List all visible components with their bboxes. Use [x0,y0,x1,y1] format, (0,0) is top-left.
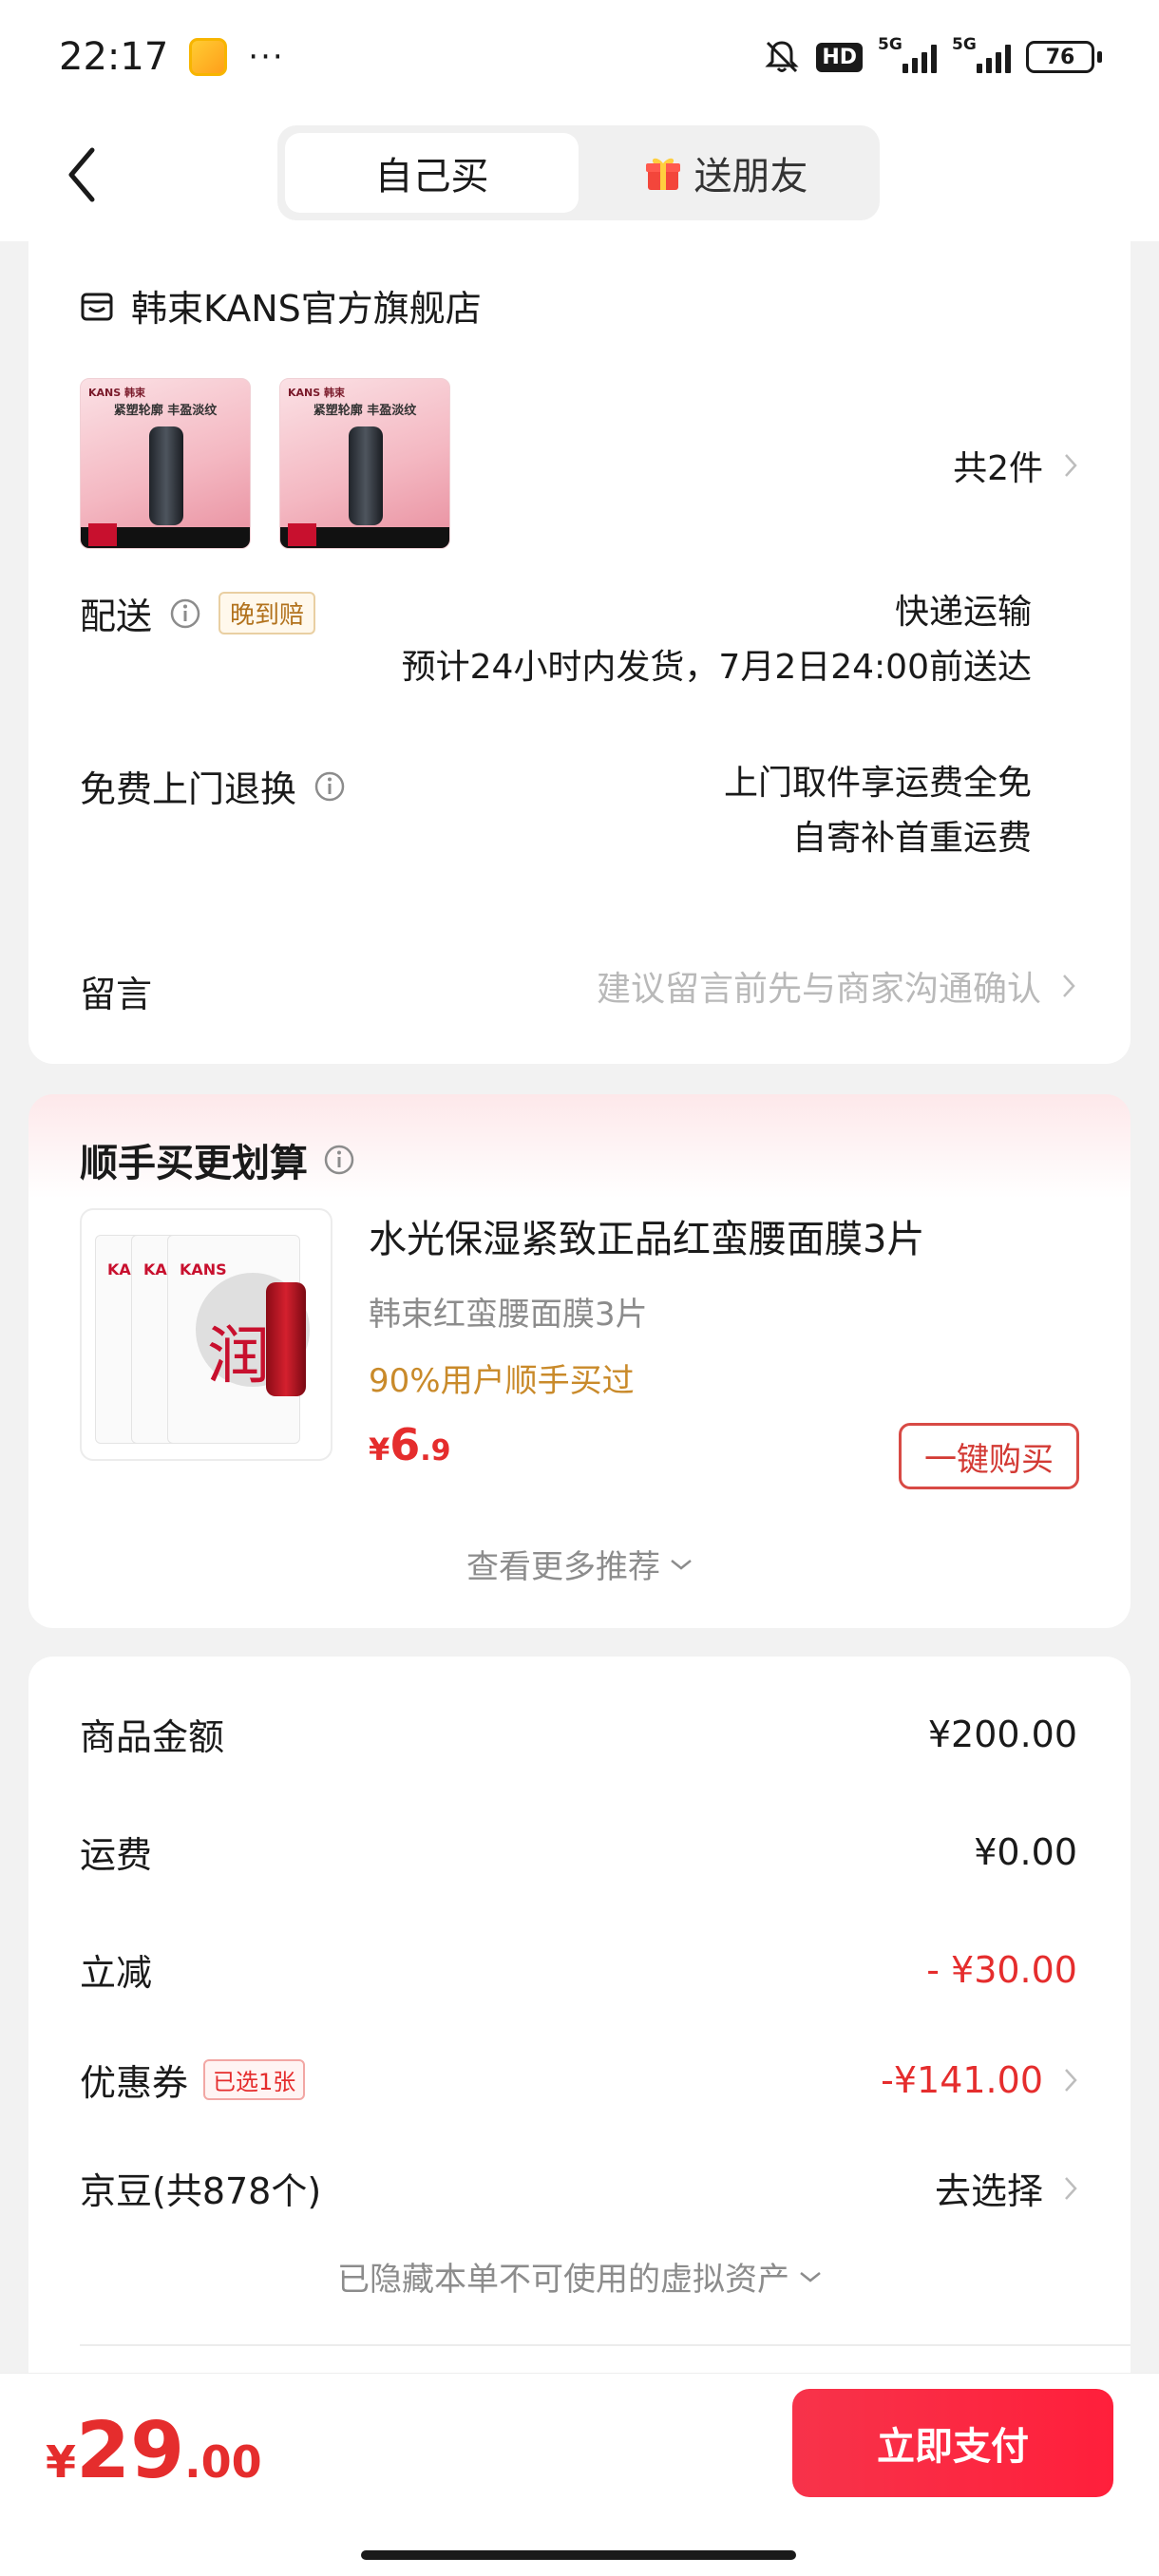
recommend-social-proof: 90%用户顺手买过 [369,1362,635,1400]
price-summary-card: 商品金额 ¥200.00 运费 ¥0.00 立减 - ¥30.00 优惠券 已选… [28,1657,1130,2378]
pay-now-button[interactable]: 立即支付 [792,2389,1113,2497]
info-icon[interactable] [323,1144,355,1176]
tab-label: 自己买 [374,155,489,199]
late-compensation-badge: 晚到赔 [218,592,316,635]
signal-5g-1-icon: 5G [878,35,937,73]
purchase-mode-toggle: 自己买 送朋友 [277,125,880,220]
tab-buy-for-self[interactable]: 自己买 [285,133,579,213]
status-left: 22:17 ··· [59,35,285,79]
coupon-value: -¥141.00 [881,2058,1043,2101]
delivery-info: 快递运输 预计24小时内发货，7月2日24:00前送达 [402,585,1032,695]
store-icon [81,293,113,320]
chevron-right-icon [1065,454,1077,477]
hd-voice-icon: HD [816,42,863,72]
delivery-label-row: 配送 晚到赔 [80,587,316,639]
product-thumbnail[interactable]: KANS 韩束 紧塑轮廓 丰盈淡纹 [80,378,251,549]
back-arrow-icon [68,147,95,202]
total-price: ¥29.00 [46,2406,262,2496]
recommend-price: ¥6.9 [369,1419,451,1470]
summary-row-discount: 立减 - ¥30.00 [80,1948,1077,1995]
recommend-title: 顺手买更划算 [80,1142,308,1185]
chevron-right-icon [1065,2068,1077,2092]
summary-row-coupon[interactable]: 优惠券 已选1张 -¥141.00 [80,2054,1077,2106]
gift-icon [645,158,680,190]
return-line-1: 上门取件享运费全免 [723,764,1032,803]
chevron-right-icon [1065,2176,1077,2200]
coupon-selected-badge: 已选1张 [203,2059,306,2100]
tab-gift-friend[interactable]: 送朋友 [579,133,872,213]
order-card: 韩束KANS官方旗舰店 KANS 韩束 紧塑轮廓 丰盈淡纹 KANS 韩束 紧塑… [28,241,1130,1064]
recommend-title-row: 顺手买更划算 [80,1132,355,1187]
back-button[interactable] [53,137,110,213]
product-thumbnail[interactable]: KANS 韩束 紧塑轮廓 丰盈淡纹 [279,378,450,549]
status-right: HD 5G 5G 76 [763,35,1102,76]
summary-row-goods: 商品金额 ¥200.00 [80,1713,1077,1759]
more-notifications-icon: ··· [248,38,285,76]
return-line-2: 自寄补首重运费 [791,819,1032,858]
info-icon[interactable] [169,597,201,630]
note-input[interactable]: 建议留言前先与商家沟通确认 [597,961,1075,1011]
item-count: 共2件 [953,449,1043,488]
info-icon[interactable] [314,770,346,803]
item-count-link[interactable]: 共2件 [953,441,1077,490]
note-placeholder: 建议留言前先与商家沟通确认 [596,970,1041,1009]
return-label-row: 免费上门退换 [80,760,346,812]
tab-label: 送朋友 [694,155,808,199]
notification-app-icon [189,38,228,76]
divider [80,2344,1130,2346]
delivery-eta: 预计24小时内发货，7月2日24:00前送达 [401,648,1032,687]
header: 自己买 送朋友 [0,114,1159,241]
battery-level: 76 [1026,41,1094,73]
shop-row[interactable]: 韩束KANS官方旗舰店 [80,279,482,331]
mute-bell-icon [765,41,799,73]
shop-name: 韩束KANS官方旗舰店 [131,288,482,330]
one-click-buy-button[interactable]: 一键购买 [899,1423,1079,1489]
jingdou-label: 京豆(共878个) [80,2170,322,2212]
chevron-down-icon [800,2271,821,2282]
status-time: 22:17 [59,35,169,79]
hidden-assets-toggle[interactable]: 已隐藏本单不可使用的虚拟资产 [28,2253,1130,2300]
return-label: 免费上门退换 [80,768,297,810]
recommend-product-image[interactable]: KANS KANS KANS 润 [80,1208,332,1461]
return-info: 上门取件享运费全免 自寄补首重运费 [724,756,1032,866]
chevron-right-icon [1063,975,1075,997]
delivery-label: 配送 [80,596,153,637]
view-more-recommendations[interactable]: 查看更多推荐 [28,1541,1130,1587]
delivery-method: 快递运输 [894,593,1032,632]
recommend-product-subtitle: 韩束红蛮腰面膜3片 [369,1296,648,1334]
home-indicator[interactable] [361,2550,796,2560]
chevron-down-icon [671,1559,692,1570]
summary-row-jingdou[interactable]: 京豆(共878个) 去选择 [80,2162,1077,2214]
status-bar: 22:17 ··· HD 5G 5G 76 [0,0,1159,114]
coupon-label: 优惠券 [80,2062,189,2104]
checkout-bar: ¥29.00 立即支付 [0,2373,1159,2576]
recommend-card: 顺手买更划算 KANS KANS KANS 润 水光保湿紧致正品红蛮腰面膜3片 … [28,1094,1130,1628]
battery-icon: 76 [1026,41,1102,73]
recommend-product-name[interactable]: 水光保湿紧致正品红蛮腰面膜3片 [369,1208,924,1263]
signal-5g-2-icon: 5G [952,35,1011,73]
jingdou-select: 去选择 [934,2170,1043,2212]
note-label: 留言 [80,974,153,1015]
summary-row-shipping: 运费 ¥0.00 [80,1830,1077,1877]
